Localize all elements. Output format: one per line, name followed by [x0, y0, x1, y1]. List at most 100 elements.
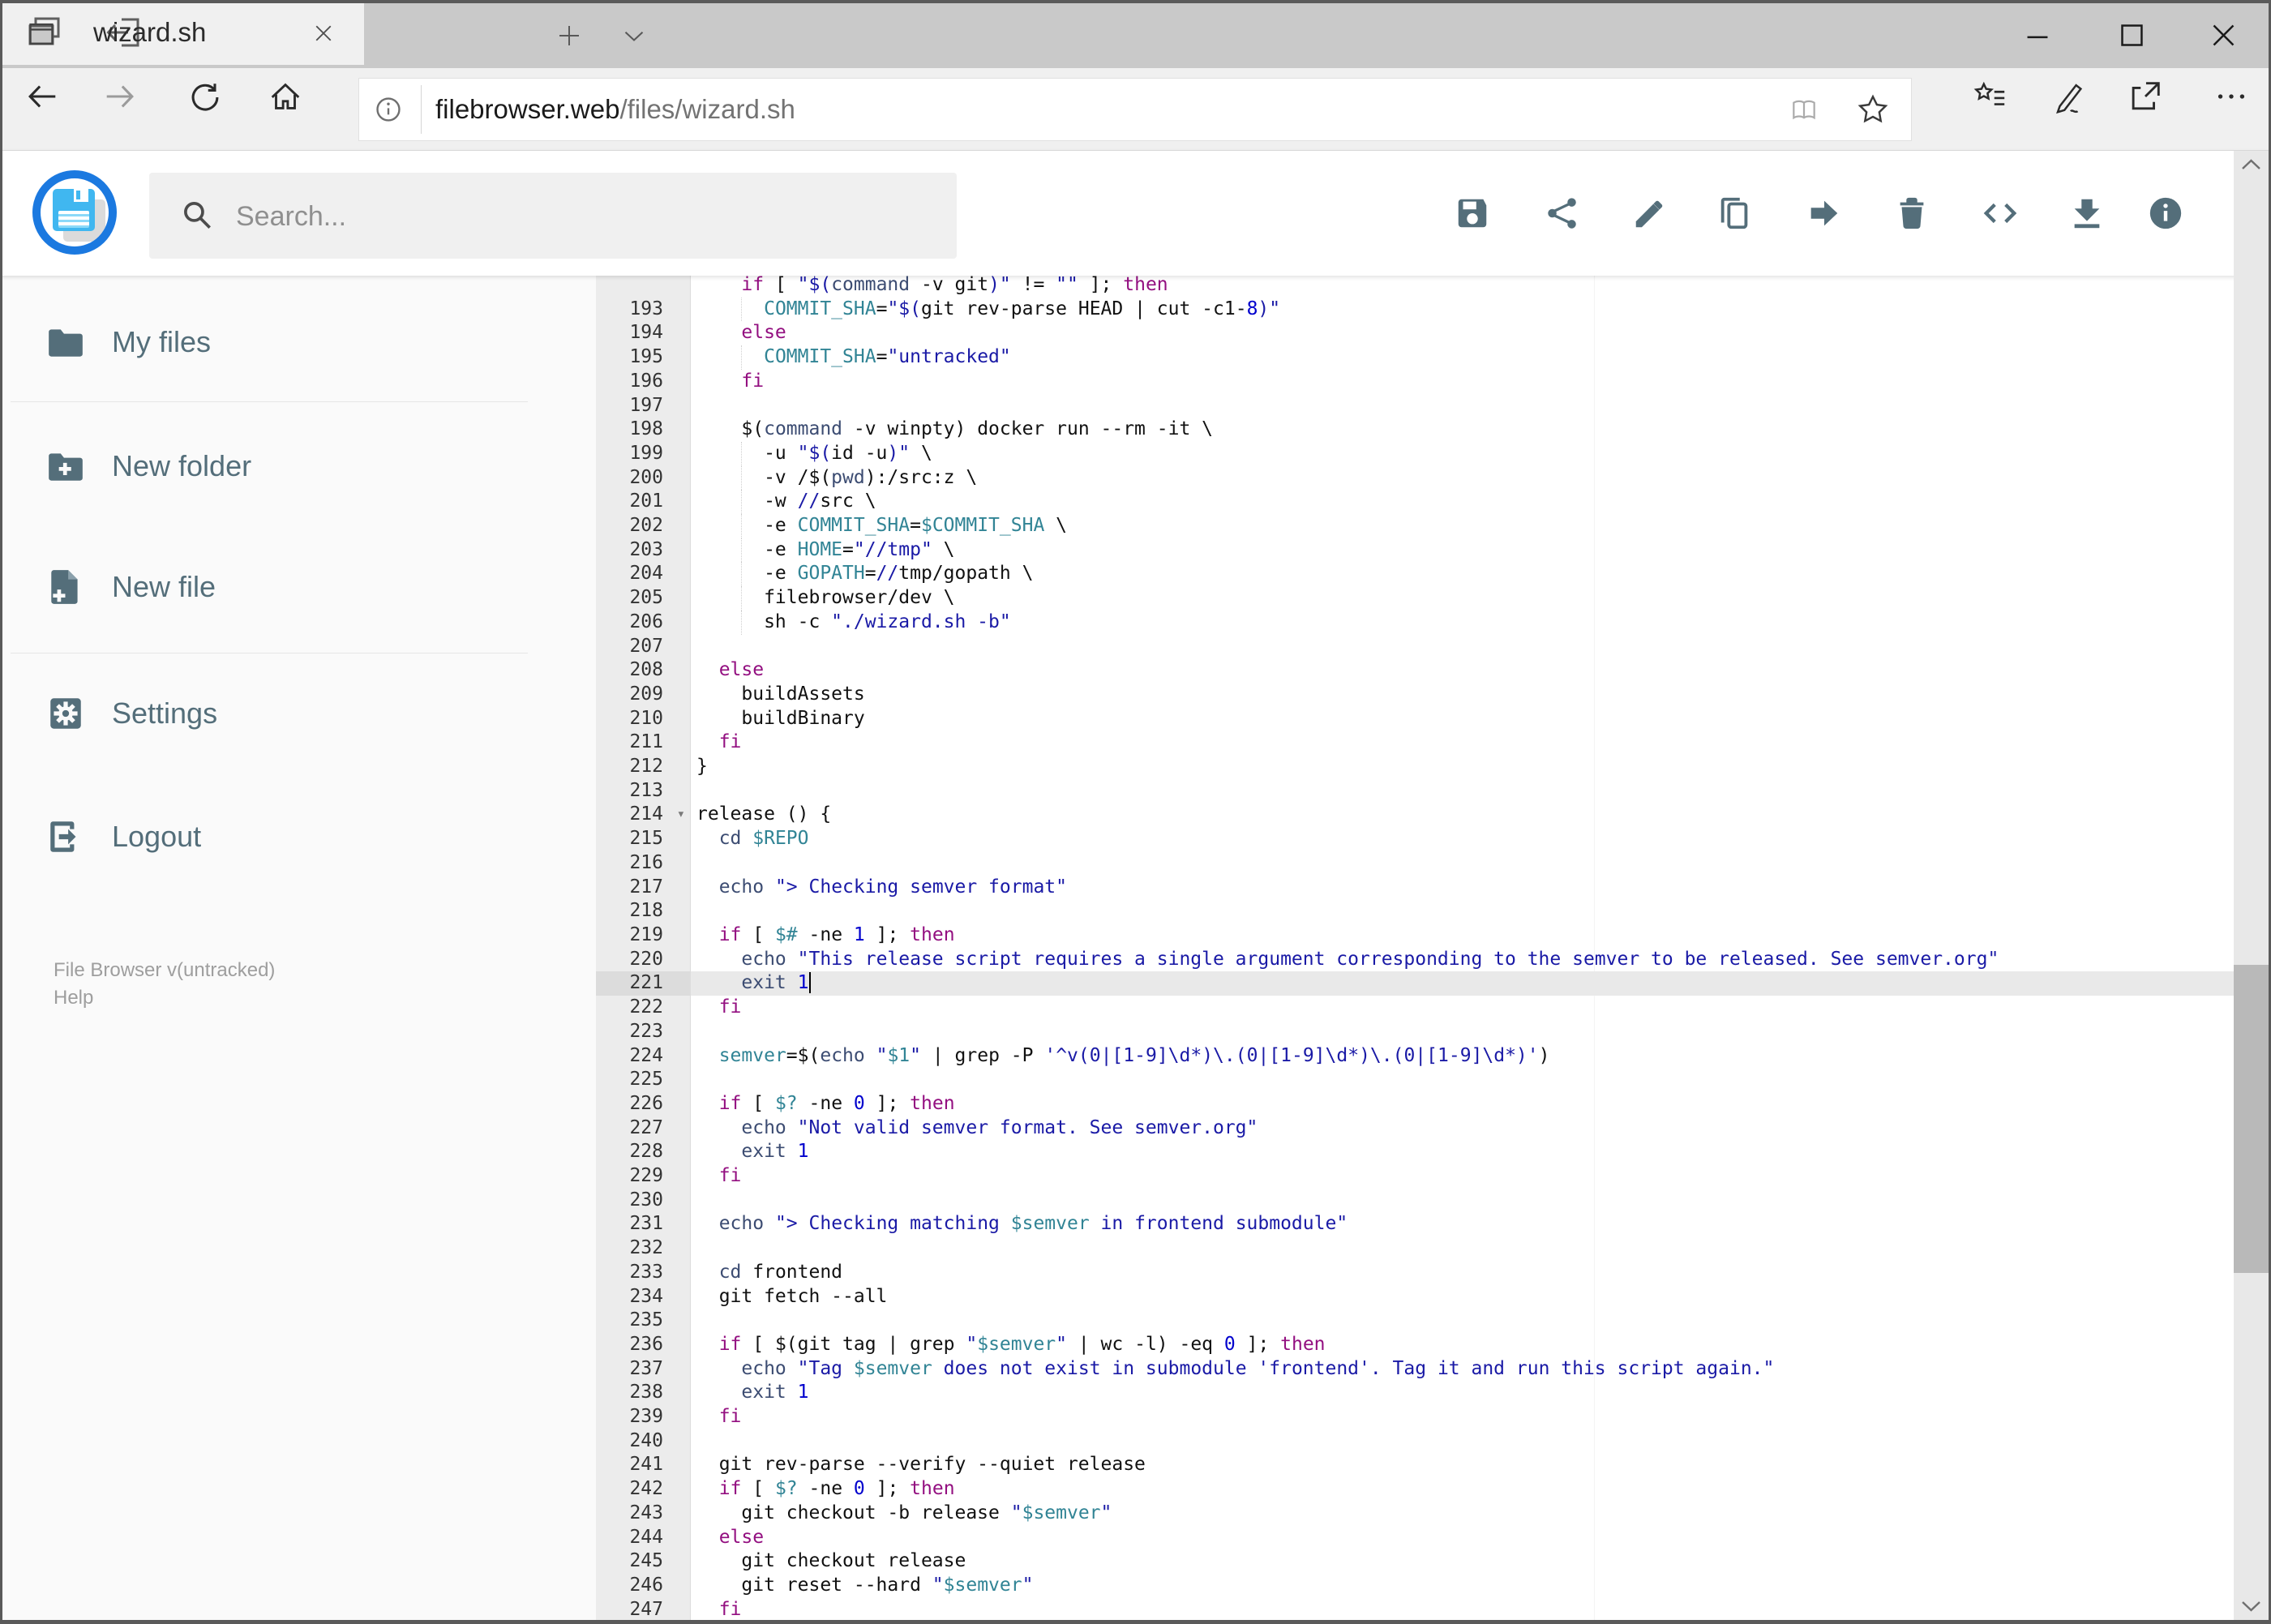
code-line-247[interactable]: 247 fi	[596, 1598, 2234, 1620]
info-icon[interactable]	[2147, 195, 2184, 232]
delete-icon[interactable]	[1893, 195, 1930, 232]
annotate-icon[interactable]	[2050, 78, 2088, 115]
code-line-210[interactable]: 210 buildBinary	[596, 707, 2234, 731]
edit-icon[interactable]	[1631, 195, 1669, 232]
code-line-202[interactable]: 202 -e COMMIT_SHA=$COMMIT_SHA \	[596, 514, 2234, 538]
code-line-245[interactable]: 245 git checkout release	[596, 1549, 2234, 1574]
code-line-246[interactable]: 246 git reset --hard "$semver"	[596, 1574, 2234, 1598]
code-line-221[interactable]: 221 exit 1	[596, 971, 2234, 996]
scroll-down-icon[interactable]	[2240, 1599, 2262, 1613]
code-line-228[interactable]: 228 exit 1	[596, 1140, 2234, 1164]
search-input[interactable]	[234, 173, 935, 260]
code-line-213[interactable]: 213	[596, 779, 2234, 803]
maximize-button[interactable]	[2113, 19, 2150, 52]
code-line-208[interactable]: 208 else	[596, 658, 2234, 683]
info-icon[interactable]	[373, 94, 404, 125]
code-line-241[interactable]: 241 git rev-parse --verify --quiet relea…	[596, 1453, 2234, 1477]
code-line-199[interactable]: 199 -u "$(id -u)" \	[596, 441, 2234, 466]
code-line-197[interactable]: 197	[596, 394, 2234, 418]
help-link[interactable]: Help	[54, 984, 93, 1012]
more-icon[interactable]	[2210, 78, 2252, 115]
forward-icon[interactable]	[101, 78, 139, 115]
back-icon[interactable]	[24, 78, 61, 115]
code-line-211[interactable]: 211 fi	[596, 731, 2234, 755]
home-icon[interactable]	[267, 78, 304, 115]
sidebar-item-new-file[interactable]: New file	[2, 546, 596, 628]
scroll-up-icon[interactable]	[2240, 157, 2262, 172]
code-line-195[interactable]: 195 COMMIT_SHA="untracked"	[596, 345, 2234, 370]
code-line-196[interactable]: 196 fi	[596, 370, 2234, 394]
code-line-226[interactable]: 226 if [ $? -ne 0 ]; then	[596, 1092, 2234, 1116]
code-line-203[interactable]: 203 -e HOME="//tmp" \	[596, 538, 2234, 563]
code-line-220[interactable]: 220 echo "This release script requires a…	[596, 948, 2234, 972]
code-line-209[interactable]: 209 buildAssets	[596, 683, 2234, 707]
copy-icon[interactable]	[1716, 195, 1754, 232]
code-line-200[interactable]: 200 -v /$(pwd):/src:z \	[596, 465, 2234, 491]
code-line-217[interactable]: 217 echo "> Checking semver format"	[596, 876, 2234, 900]
new-tab-button[interactable]	[555, 21, 584, 50]
code-line-235[interactable]: 235	[596, 1309, 2234, 1333]
code-line-238[interactable]: 238 exit 1	[596, 1381, 2234, 1405]
address-bar[interactable]: filebrowser.web/files/wizard.sh	[358, 78, 1912, 141]
code-line-229[interactable]: 229 fi	[596, 1164, 2234, 1189]
refresh-icon[interactable]	[186, 78, 224, 115]
browser-tab[interactable]: wizard.sh	[0, 0, 364, 65]
code-line-244[interactable]: 244 else	[596, 1526, 2234, 1550]
code-line-205[interactable]: 205 filebrowser/dev \	[596, 586, 2234, 611]
code-line-243[interactable]: 243 git checkout -b release "$semver"	[596, 1502, 2234, 1526]
sidebar-item-my-files[interactable]: My files	[2, 302, 596, 383]
download-icon[interactable]	[2068, 195, 2106, 232]
code-line-231[interactable]: 231 echo "> Checking matching $semver in…	[596, 1212, 2234, 1236]
code-line-233[interactable]: 233 cd frontend	[596, 1261, 2234, 1285]
filebrowser-logo[interactable]	[32, 170, 117, 255]
code-line-232[interactable]: 232	[596, 1236, 2234, 1261]
tab-close-icon[interactable]	[311, 21, 336, 45]
code-line-237[interactable]: 237 echo "Tag $semver does not exist in …	[596, 1357, 2234, 1382]
code-line-230[interactable]: 230	[596, 1189, 2234, 1213]
share-icon[interactable]	[1544, 195, 1581, 232]
move-icon[interactable]	[1805, 195, 1842, 232]
code-line-216[interactable]: 216	[596, 851, 2234, 876]
sidebar-item-settings[interactable]: Settings	[2, 673, 596, 754]
code-line-194[interactable]: 194 else	[596, 321, 2234, 345]
sidebar-item-new-folder[interactable]: New folder	[2, 426, 596, 507]
favorite-star-icon[interactable]	[1856, 92, 1890, 126]
page-scrollbar[interactable]	[2234, 151, 2269, 1620]
code-line-227[interactable]: 227 echo "Not valid semver format. See s…	[596, 1116, 2234, 1141]
code-line-198[interactable]: 198 $(command -v winpty) docker run --rm…	[596, 418, 2234, 442]
code-line-214[interactable]: 214 ▾ release () {	[596, 803, 2234, 827]
code-line-223[interactable]: 223	[596, 1020, 2234, 1044]
code-line-242[interactable]: 242 if [ $? -ne 0 ]; then	[596, 1477, 2234, 1502]
scrollbar-thumb[interactable]	[2234, 965, 2269, 1273]
sidebar-item-logout[interactable]: Logout	[2, 796, 596, 877]
share-icon[interactable]	[2127, 78, 2164, 115]
code-line-193[interactable]: 193 COMMIT_SHA="$(git rev-parse HEAD | c…	[596, 297, 2234, 322]
save-icon[interactable]	[1454, 195, 1491, 232]
fold-marker-icon[interactable]: ▾	[677, 803, 685, 827]
code-line-partial[interactable]: if [ "$(command -v git)" != "" ]; then	[596, 276, 2234, 298]
line-number: 245	[629, 1550, 663, 1572]
code-line-224[interactable]: 224 semver=$(echo "$1" | grep -P '^v(0|[…	[596, 1044, 2234, 1069]
code-line-207[interactable]: 207	[596, 635, 2234, 659]
code-line-222[interactable]: 222 fi	[596, 996, 2234, 1020]
code-line-239[interactable]: 239 fi	[596, 1405, 2234, 1429]
reading-view-icon[interactable]	[1789, 94, 1819, 125]
code-line-236[interactable]: 236 if [ $(git tag | grep "$semver" | wc…	[596, 1333, 2234, 1357]
code-line-240[interactable]: 240	[596, 1429, 2234, 1454]
hub-icon[interactable]	[1971, 78, 2008, 115]
code-line-225[interactable]: 225	[596, 1068, 2234, 1092]
close-button[interactable]	[2205, 19, 2242, 52]
minimize-button[interactable]	[2019, 19, 2056, 52]
code-line-212[interactable]: 212}	[596, 755, 2234, 779]
code-line-215[interactable]: 215 cd $REPO	[596, 827, 2234, 851]
search-box[interactable]	[149, 173, 957, 260]
code-editor[interactable]: if [ "$(command -v git)" != "" ]; then 19…	[596, 276, 2234, 1620]
code-line-204[interactable]: 204 -e GOPATH=//tmp/gopath \	[596, 562, 2234, 587]
code-line-218[interactable]: 218	[596, 899, 2234, 923]
source-code-icon[interactable]	[1982, 195, 2019, 232]
code-line-201[interactable]: 201 -w //src \	[596, 490, 2234, 515]
tab-list-chevron-icon[interactable]	[619, 24, 649, 49]
code-line-234[interactable]: 234 git fetch --all	[596, 1285, 2234, 1309]
code-line-206[interactable]: 206 sh -c "./wizard.sh -b"	[596, 610, 2234, 635]
code-line-219[interactable]: 219 if [ $# -ne 1 ]; then	[596, 923, 2234, 948]
